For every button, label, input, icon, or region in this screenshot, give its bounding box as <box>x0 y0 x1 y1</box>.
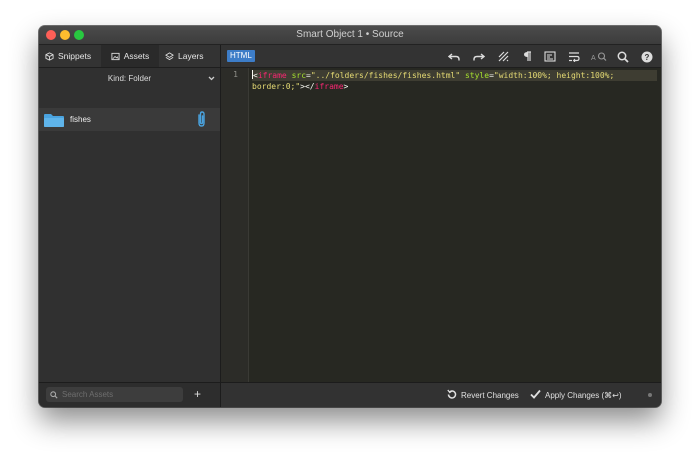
find-replace-icon[interactable]: A <box>591 50 607 63</box>
search-assets-input[interactable] <box>62 390 172 399</box>
apply-changes-label: Apply Changes (⌘↩) <box>545 390 622 400</box>
sidebar-tabs: Snippets Assets Layers <box>39 45 220 68</box>
title-bar: Smart Object 1 • Source <box>39 26 661 45</box>
list-item-label: fishes <box>70 115 91 124</box>
pilcrow-icon[interactable] <box>520 50 534 63</box>
window-title: Smart Object 1 • Source <box>296 29 404 40</box>
sidebar: Snippets Assets Layers Kind: Folder fish… <box>39 45 221 407</box>
source-window: Smart Object 1 • Source Snippets Assets … <box>39 26 661 407</box>
tab-snippets-label: Snippets <box>58 51 92 61</box>
redo-icon[interactable] <box>472 50 486 63</box>
editor-toolbar: HTML A ? <box>221 45 661 68</box>
layers-icon <box>165 51 174 61</box>
language-badge[interactable]: HTML <box>227 50 255 62</box>
svg-text:?: ? <box>645 53 650 62</box>
checkmark-icon <box>530 389 541 401</box>
revert-changes-label: Revert Changes <box>461 390 519 400</box>
folder-icon <box>43 113 65 133</box>
help-icon[interactable]: ? <box>640 50 654 63</box>
add-asset-button[interactable]: + <box>194 387 201 402</box>
list-item[interactable]: fishes <box>39 108 220 131</box>
tab-layers[interactable]: Layers <box>165 45 204 67</box>
cube-icon <box>45 51 54 61</box>
apply-changes-button[interactable]: Apply Changes (⌘↩) <box>530 389 622 401</box>
search-assets-field <box>46 387 183 402</box>
editor-footer: Revert Changes Apply Changes (⌘↩) <box>221 382 661 407</box>
format-icon[interactable] <box>543 50 557 63</box>
revert-icon <box>447 389 457 401</box>
tab-layers-label: Layers <box>178 51 204 61</box>
search-icon[interactable] <box>616 50 630 63</box>
tab-assets-label: Assets <box>123 51 150 61</box>
undo-icon[interactable] <box>447 50 461 63</box>
code-line-wrap: border:0;"></iframe> <box>252 82 349 91</box>
search-icon <box>46 386 58 404</box>
revert-changes-button[interactable]: Revert Changes <box>447 389 519 401</box>
sidebar-footer: + <box>39 382 220 407</box>
svg-text:A: A <box>591 55 596 62</box>
image-icon <box>111 52 120 61</box>
paperclip-icon <box>196 111 207 133</box>
wrap-icon[interactable] <box>567 50 581 63</box>
tab-snippets[interactable]: Snippets <box>45 45 91 67</box>
kind-filter-label: Kind: Folder <box>107 73 152 83</box>
status-indicator <box>648 393 652 397</box>
tab-assets[interactable]: Assets <box>101 45 159 67</box>
line-number-gutter: 1 <box>221 68 249 384</box>
code-line: <iframe src="../folders/fishes/fishes.ht… <box>252 70 657 81</box>
chevron-down-icon <box>208 74 215 83</box>
invisibles-icon[interactable] <box>496 50 510 63</box>
code-area[interactable]: <iframe src="../folders/fishes/fishes.ht… <box>252 70 657 92</box>
code-editor: HTML A ? 1 <iframe src="../folders/fishe… <box>221 45 661 407</box>
kind-filter-dropdown[interactable]: Kind: Folder <box>39 68 220 88</box>
line-number: 1 <box>233 70 238 79</box>
